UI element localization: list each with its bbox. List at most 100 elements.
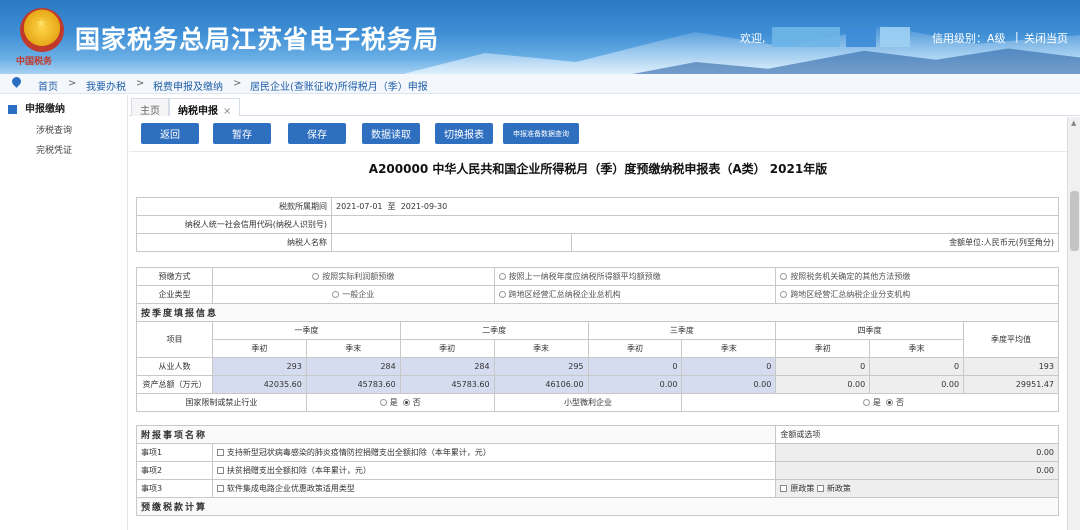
item2-label: 事项2: [136, 461, 213, 480]
q3-start-header: 季初: [587, 339, 683, 358]
prep-data-query-button[interactable]: 申报准备数据查询: [503, 123, 579, 144]
checkbox-icon[interactable]: [816, 485, 824, 492]
radio-icon[interactable]: [332, 291, 340, 298]
assets-q2-start[interactable]: 45783.60: [399, 375, 495, 394]
employees-q3-start[interactable]: 0: [587, 357, 683, 376]
assets-q1-start[interactable]: 42035.60: [211, 375, 307, 394]
radio-selected-icon[interactable]: [885, 399, 893, 406]
prepay-method-label: 预缴方式: [136, 267, 213, 286]
prepay-option-average-label: 按照上一纳税年度应纳税所得额平均额预缴: [508, 272, 661, 281]
breadcrumb-tax-affairs[interactable]: 我要办税: [86, 78, 126, 93]
scrollbar-thumb[interactable]: [1070, 191, 1079, 251]
breadcrumb-current[interactable]: 居民企业(查账征收)所得税月（季）申报: [250, 78, 428, 93]
item1-label: 事项1: [136, 443, 213, 462]
table-row: 事项1 支持新型冠状病毒感染的肺炎疫情防控捐赠支出全额扣除（本年累计，元） 0.…: [136, 443, 1059, 462]
credit-level: 信用级别：A级: [932, 32, 1006, 45]
item3-text-cell: 软件集成电路企业优惠政策适用类型: [211, 479, 777, 498]
save-button[interactable]: 保存: [288, 123, 346, 144]
taxpayer-name-field[interactable]: [331, 233, 572, 252]
enterprise-option-head[interactable]: 跨地区经营汇总纳税企业总机构: [493, 285, 777, 304]
sidebar-item-tax-certificate[interactable]: 完税凭证: [36, 143, 72, 156]
radio-selected-icon[interactable]: [402, 399, 410, 406]
assets-q2-end[interactable]: 46106.00: [493, 375, 589, 394]
taxid-field[interactable]: [331, 215, 1059, 234]
item3-option-new: 新政策: [826, 484, 851, 493]
enterprise-option-head-label: 跨地区经营汇总纳税企业总机构: [508, 290, 621, 299]
close-page-link[interactable]: 关闭当页: [1024, 30, 1068, 46]
employees-q3-end[interactable]: 0: [681, 357, 777, 376]
toolbar: 返回 暂存 保存 数据读取 切换报表 申报准备数据查询: [129, 117, 1067, 151]
quarter-info-table: 预缴方式 按照实际利润额预缴 按照上一纳税年度应纳税所得额平均额预缴 按照税务机…: [136, 267, 1059, 412]
employees-q2-end[interactable]: 295: [493, 357, 589, 376]
sidebar-title-label: 申报缴纳: [25, 104, 65, 115]
period-label: 税款所属期间: [136, 197, 332, 216]
breadcrumb: 首页 > 我要办税 > 税费申报及缴纳 > 居民企业(查账征收)所得税月（季）申…: [0, 74, 1080, 94]
table-row: 从业人数 293 284 284 295 0 0 0 0 193: [136, 357, 1059, 376]
prepay-option-average[interactable]: 按照上一纳税年度应纳税所得额平均额预缴: [493, 267, 777, 286]
breadcrumb-declare[interactable]: 税费申报及缴纳: [153, 78, 223, 93]
radio-icon[interactable]: [780, 291, 788, 298]
prepay-option-other-label: 按照税务机关确定的其他方法预缴: [790, 272, 911, 281]
radio-icon[interactable]: [862, 399, 870, 406]
enterprise-option-branch[interactable]: 跨地区经营汇总纳税企业分支机构: [775, 285, 1059, 304]
q2-end-header: 季末: [493, 339, 589, 358]
employees-q1-start[interactable]: 293: [211, 357, 307, 376]
checkbox-icon[interactable]: [216, 449, 224, 456]
table-row: 事项3 软件集成电路企业优惠政策适用类型 原政策 新政策: [136, 479, 1059, 498]
item-column-header: 项目: [136, 321, 213, 358]
assets-q4-start: 0.00: [775, 375, 871, 394]
radio-icon[interactable]: [379, 399, 387, 406]
radio-icon[interactable]: [498, 291, 506, 298]
switch-report-button[interactable]: 切换报表: [435, 123, 493, 144]
back-button[interactable]: 返回: [141, 123, 199, 144]
enterprise-type-label: 企业类型: [136, 285, 213, 304]
scroll-up-icon[interactable]: ▲: [1071, 119, 1076, 127]
radio-icon[interactable]: [498, 273, 506, 280]
masked-username: [772, 27, 840, 47]
amount-column-header: 金额或选项: [775, 425, 1059, 444]
period-to: 至: [387, 202, 396, 211]
assets-q3-end[interactable]: 0.00: [681, 375, 777, 394]
tab-home[interactable]: 主页: [131, 98, 169, 117]
employees-q1-end[interactable]: 284: [305, 357, 401, 376]
sidebar-title[interactable]: 申报缴纳: [8, 100, 65, 115]
tab-declaration-label: 纳税申报: [178, 106, 218, 117]
employees-q4-end: 0: [869, 357, 965, 376]
header-divider: |: [1015, 30, 1019, 43]
read-data-button[interactable]: 数据读取: [362, 123, 420, 144]
assets-label: 资产总额（万元）: [136, 375, 213, 394]
enterprise-option-general-label: 一般企业: [342, 290, 375, 299]
radio-icon[interactable]: [780, 273, 788, 280]
assets-q3-start[interactable]: 0.00: [587, 375, 683, 394]
taxid-label: 纳税人统一社会信用代码(纳税人识别号): [136, 215, 332, 234]
checkbox-icon[interactable]: [216, 485, 224, 492]
prepay-option-other[interactable]: 按照税务机关确定的其他方法预缴: [775, 267, 1059, 286]
period-end: 2021-09-30: [400, 202, 448, 211]
draft-button[interactable]: 暂存: [213, 123, 271, 144]
enterprise-option-general[interactable]: 一般企业: [211, 285, 495, 304]
item2-value: 0.00: [775, 461, 1059, 480]
emblem-caption: 中国税务: [16, 57, 53, 67]
close-icon[interactable]: ×: [223, 106, 231, 117]
item1-text-cell: 支持新型冠状病毒感染的肺炎疫情防控捐赠支出全额扣除（本年累计，元）: [211, 443, 777, 462]
breadcrumb-home[interactable]: 首页: [38, 78, 58, 93]
employees-q2-start[interactable]: 284: [399, 357, 495, 376]
radio-icon[interactable]: [312, 273, 320, 280]
tab-declaration[interactable]: 纳税申报 ×: [169, 98, 241, 117]
prepay-option-actual-label: 按照实际利润额预缴: [322, 272, 395, 281]
assets-q1-end[interactable]: 45783.60: [305, 375, 401, 394]
location-pin-icon: [10, 75, 23, 88]
q3-header: 三季度: [587, 321, 777, 340]
star-icon: ★: [36, 16, 47, 30]
checkbox-icon[interactable]: [780, 485, 788, 492]
form-title: A200000 中华人民共和国企业所得税月（季）度预缴纳税申报表（A类） 202…: [368, 162, 828, 176]
q4-start-header: 季初: [775, 339, 871, 358]
tab-bar: 主页 纳税申报 ×: [129, 96, 1080, 117]
sidebar-item-tax-query[interactable]: 涉税查询: [36, 123, 72, 136]
scrollbar[interactable]: ▲: [1067, 117, 1080, 530]
small-yes-label: 是: [872, 398, 881, 407]
prepay-option-actual[interactable]: 按照实际利润额预缴: [211, 267, 495, 286]
q2-start-header: 季初: [399, 339, 495, 358]
checkbox-icon[interactable]: [216, 467, 224, 474]
item3-text: 软件集成电路企业优惠政策适用类型: [226, 484, 355, 493]
